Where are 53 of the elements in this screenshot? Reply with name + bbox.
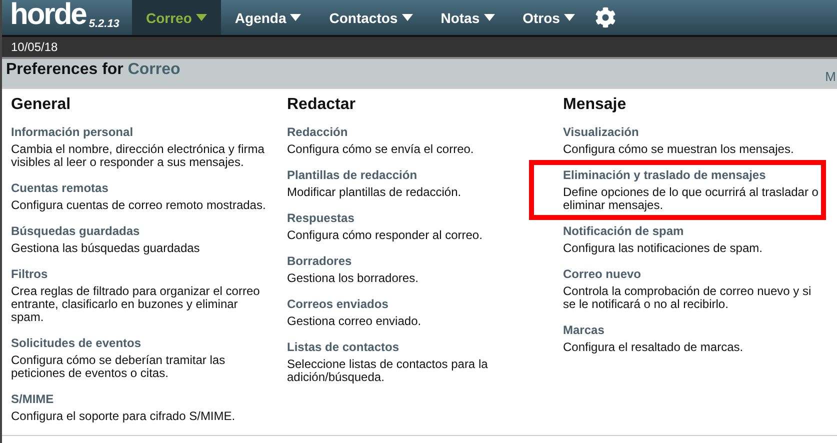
preference-description: Configura cuentas de correo remoto mostradas.: [11, 199, 266, 212]
preference-link[interactable]: Borradores: [287, 254, 352, 268]
preference-link[interactable]: Eliminación y traslado de mensajes: [563, 168, 766, 182]
date-text: 10/05/18: [11, 40, 58, 54]
preference-link[interactable]: Filtros: [11, 267, 48, 281]
menu-tab[interactable]: Agenda: [220, 0, 316, 35]
preference-description: Crea reglas de filtrado para organizar el correo entrante, clasificarlo en buzones y eliminar spam.: [11, 285, 261, 324]
preference-description: Configura el soporte para cifrado S/MIME.: [11, 410, 236, 423]
cut-off-text: M: [825, 68, 836, 84]
preference-link[interactable]: Respuestas: [287, 211, 354, 225]
preference-link[interactable]: Visualización: [563, 125, 639, 139]
preference-link[interactable]: Correos enviados: [287, 297, 388, 311]
preference-link[interactable]: Notificación de spam: [563, 224, 684, 238]
caret-icon: [290, 14, 302, 21]
caret-icon: [196, 14, 207, 21]
menu-tab[interactable]: Contactos: [315, 0, 427, 35]
section-title: Redactar: [287, 96, 356, 114]
preference-link[interactable]: Marcas: [563, 323, 604, 337]
preference-description: Modificar plantillas de redacción.: [287, 186, 462, 199]
preference-link[interactable]: Redacción: [287, 125, 348, 139]
preference-description: Gestiona correo enviado.: [287, 315, 422, 328]
caret-icon: [484, 14, 495, 21]
page-title: Preferences for Correo: [6, 60, 180, 79]
menu-tab[interactable]: Notas: [426, 0, 509, 35]
logo[interactable]: horde: [10, 0, 86, 30]
caret-icon: [564, 14, 575, 21]
preference-description: Cambia el nombre, dirección electrónica y firma visibles al leer o responder a sus mensajes.: [11, 143, 266, 169]
preference-description: Seleccione listas de contactos para la adición/búsqueda.: [287, 358, 489, 384]
preference-link[interactable]: Plantillas de redacción: [287, 168, 418, 182]
menu-tab[interactable]: Correo: [132, 0, 221, 35]
preference-description: Configura cómo se muestran los mensajes.: [563, 143, 794, 156]
preference-description: Configura cómo se deberían tramitar las peticiones de eventos o citas.: [11, 354, 226, 380]
preference-description: Configura cómo responder al correo.: [287, 229, 482, 242]
preference-link[interactable]: Cuentas remotas: [11, 181, 108, 195]
version-label: 5.2.13: [88, 18, 120, 30]
caret-icon: [402, 14, 413, 21]
menu-tab[interactable]: Otros: [508, 0, 589, 35]
preference-description: Controla la comprobación de correo nuevo y si se le notificará o no al recibirlo.: [563, 285, 812, 311]
preference-description: Gestiona las búsquedas guardadas: [11, 242, 200, 255]
preference-link[interactable]: Información personal: [11, 125, 134, 139]
section-title: General: [11, 96, 71, 114]
preference-description: Configura las notificaciones de spam.: [563, 242, 762, 255]
preference-description: Define opciones de lo que ocurrirá al trasladar o eliminar mensajes.: [563, 186, 819, 212]
preference-link[interactable]: Listas de contactos: [287, 340, 400, 354]
preference-description: Gestiona los borradores.: [287, 272, 418, 285]
preference-link[interactable]: Correo nuevo: [563, 267, 642, 281]
preference-link[interactable]: S/MIME: [11, 392, 54, 406]
settings-icon[interactable]: [594, 7, 616, 28]
section-title: Mensaje: [563, 96, 626, 114]
preference-link[interactable]: Búsquedas guardadas: [11, 224, 140, 238]
preference-description: Configura cómo se envía el correo.: [287, 143, 474, 156]
preference-description: Configura el resaltado de marcas.: [563, 341, 744, 354]
preference-link[interactable]: Solicitudes de eventos: [11, 336, 142, 350]
